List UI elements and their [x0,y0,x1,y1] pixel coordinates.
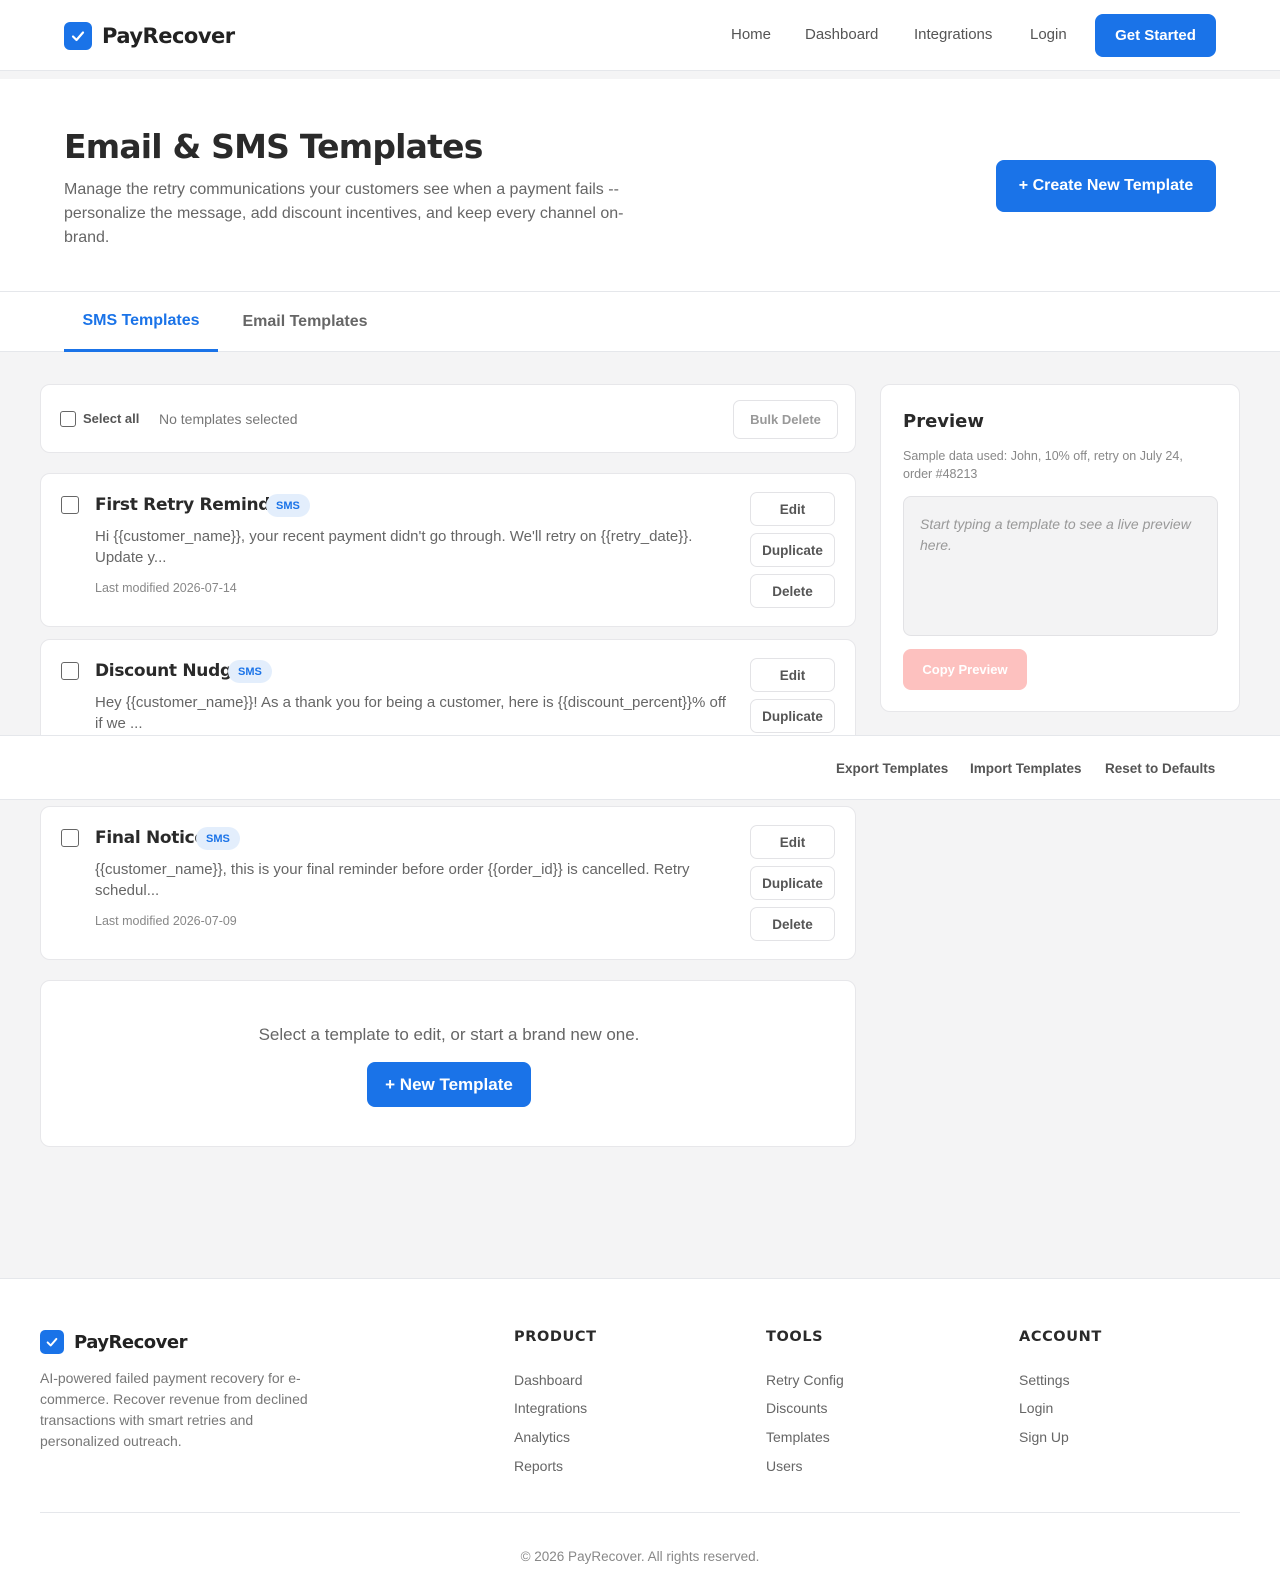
export-templates-link[interactable]: Export Templates [836,761,948,776]
nav-link-dashboard[interactable]: Dashboard [805,26,878,43]
footer-brand-name: PayRecover [74,1331,187,1353]
template-checkbox[interactable] [61,662,79,680]
template-checkbox[interactable] [61,496,79,514]
page-title: Email & SMS Templates [64,127,483,166]
brand-logo[interactable]: PayRecover [64,22,235,50]
channel-badge: SMS [266,494,310,517]
footer-brand[interactable]: PayRecover [40,1330,187,1354]
bulk-actions-bar: Select all No templates selected Bulk De… [40,384,856,453]
copyright-text: © 2026 PayRecover. All rights reserved. [520,1549,760,1564]
footer-link-login[interactable]: Login [1019,1400,1053,1416]
preview-panel: Preview Sample data used: John, 10% off,… [880,384,1240,712]
select-all-label[interactable]: Select all [83,411,139,426]
brand-name: PayRecover [102,24,235,48]
template-card[interactable]: Final Notice SMS {{customer_name}}, this… [40,806,856,960]
tab-email-templates[interactable]: Email Templates [230,292,380,352]
template-tabs: SMS Templates Email Templates [0,292,1280,352]
nav-link-login[interactable]: Login [1030,26,1067,43]
footer-link-integrations[interactable]: Integrations [514,1400,587,1416]
channel-badge: SMS [228,660,272,683]
template-checkbox[interactable] [61,829,79,847]
check-icon [40,1330,64,1354]
empty-state-text: Select a template to edit, or start a br… [258,1025,640,1044]
edit-button[interactable]: Edit [750,825,835,859]
template-body: Hey {{customer_name}}! As a thank you fo… [95,694,726,732]
footer-column-account: ACCOUNT Settings Login Sign Up [1019,1329,1102,1445]
footer-link-users[interactable]: Users [766,1458,803,1474]
page-description: Manage the retry communications your cus… [64,181,624,246]
bulk-delete-button[interactable]: Bulk Delete [733,400,838,439]
empty-state: Select a template to edit, or start a br… [40,980,856,1147]
template-name: Discount Nudge [95,661,244,681]
delete-button[interactable]: Delete [750,574,835,608]
create-template-button[interactable]: + Create New Template [996,160,1216,212]
copy-preview-button[interactable]: Copy Preview [903,649,1027,690]
nav-link-home[interactable]: Home [731,26,771,43]
footer-column-tools: TOOLS Retry Config Discounts Templates U… [766,1329,844,1474]
top-nav: PayRecover Home Dashboard Integrations L… [0,0,1280,71]
nav-link-integrations[interactable]: Integrations [914,26,992,43]
footer-link-discounts[interactable]: Discounts [766,1400,827,1416]
check-icon [64,22,92,50]
footer-divider [40,1512,1240,1513]
footer-link-settings[interactable]: Settings [1019,1372,1070,1388]
template-body: {{customer_name}}, this is your final re… [95,861,690,899]
template-modified-date: Last modified 2026-07-14 [95,581,237,595]
duplicate-button[interactable]: Duplicate [750,866,835,900]
edit-button[interactable]: Edit [750,492,835,526]
channel-badge: SMS [196,827,240,850]
footer-description: AI-powered failed payment recovery for e… [40,1370,308,1449]
reset-defaults-link[interactable]: Reset to Defaults [1105,761,1215,776]
footer-link-templates[interactable]: Templates [766,1429,830,1445]
template-card[interactable]: First Retry Reminder SMS Hi {{customer_n… [40,473,856,627]
template-action-bar: Export Templates Import Templates Reset … [0,735,1280,800]
template-name: Final Notice [95,828,206,848]
template-body: Hi {{customer_name}}, your recent paymen… [95,528,693,566]
get-started-button[interactable]: Get Started [1095,14,1216,57]
footer-heading: PRODUCT [514,1329,597,1345]
import-templates-link[interactable]: Import Templates [970,761,1082,776]
preview-output: Start typing a template to see a live pr… [903,496,1218,636]
footer-link-sign-up[interactable]: Sign Up [1019,1429,1069,1445]
footer-link-retry-config[interactable]: Retry Config [766,1372,844,1388]
tab-sms-templates[interactable]: SMS Templates [64,292,218,352]
delete-button[interactable]: Delete [750,907,835,941]
footer-heading: ACCOUNT [1019,1329,1102,1345]
footer: PayRecover AI-powered failed payment rec… [0,1278,1280,1590]
footer-heading: TOOLS [766,1329,824,1345]
new-template-button[interactable]: + New Template [367,1062,531,1107]
selection-status: No templates selected [159,411,298,427]
select-all-checkbox[interactable] [60,411,76,427]
duplicate-button[interactable]: Duplicate [750,699,835,733]
footer-link-reports[interactable]: Reports [514,1458,563,1474]
footer-link-analytics[interactable]: Analytics [514,1429,570,1445]
edit-button[interactable]: Edit [750,658,835,692]
duplicate-button[interactable]: Duplicate [750,533,835,567]
page-header: Email & SMS Templates Manage the retry c… [0,79,1280,292]
template-modified-date: Last modified 2026-07-09 [95,914,237,928]
footer-column-product: PRODUCT Dashboard Integrations Analytics… [514,1329,597,1474]
template-name: First Retry Reminder [95,495,290,515]
preview-title: Preview [903,411,985,432]
preview-sample-note: Sample data used: John, 10% off, retry o… [903,449,1183,481]
footer-link-dashboard[interactable]: Dashboard [514,1372,583,1388]
